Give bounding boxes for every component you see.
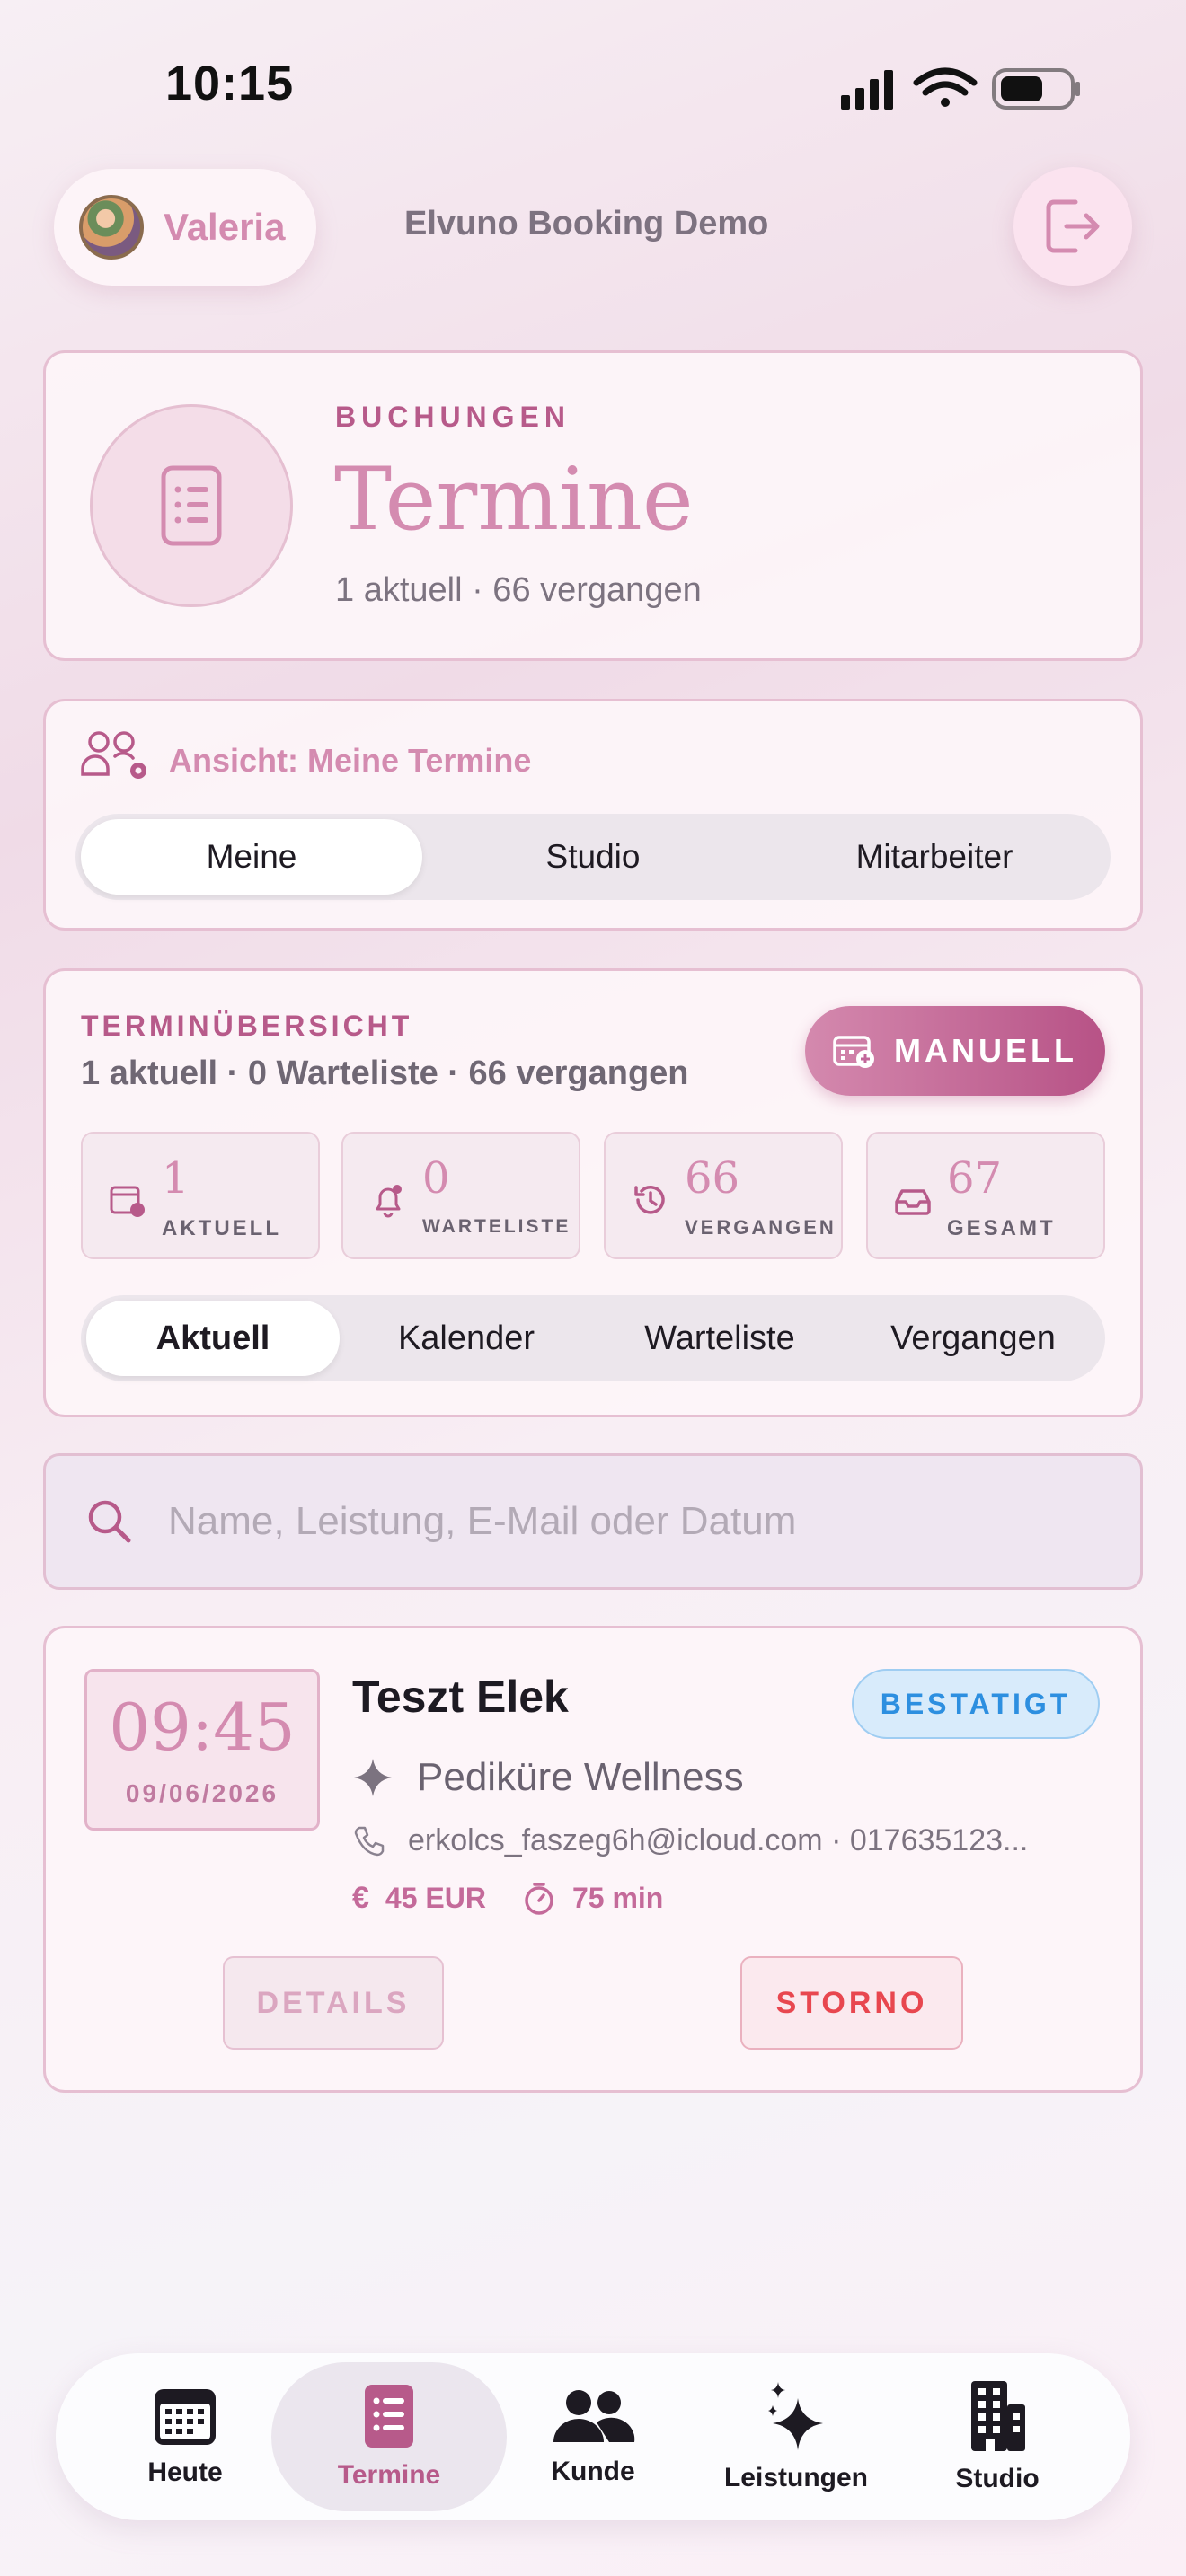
tab-studio[interactable]: Studio [934,2362,1060,2511]
view-label: Ansicht: Meine Termine [169,742,532,779]
tab-warteliste[interactable]: Warteliste [593,1301,846,1376]
stat-value: 0 [422,1153,450,1204]
appointment-date: 09/06/2026 [125,1779,279,1807]
stat-label: AKTUELL [162,1216,281,1240]
tab-kalender[interactable]: Kalender [340,1301,593,1376]
history-icon [634,1186,665,1214]
contact-info: erkolcs_faszeg6h@icloud.com · 017635123.… [408,1823,1029,1857]
tab-label: Heute [147,2457,223,2487]
appointment-time: 09:45 [109,1689,296,1765]
app-title: Elvuno Booking Demo [404,205,769,243]
euro-icon: € [352,1881,369,1915]
cancel-button[interactable]: STORNO [740,1956,963,2050]
sparkles-icon [768,2382,823,2450]
logout-button[interactable] [1013,167,1132,286]
search-input[interactable] [168,1499,1067,1544]
hero-subtitle: 1 aktuell · 66 vergangen [335,571,702,609]
tab-label: Studio [955,2464,1040,2493]
avatar [79,195,144,260]
timer-icon [525,1882,553,1915]
signal-icon [841,70,893,110]
hero-overline: BUCHUNGEN [335,401,571,433]
manual-booking-label: MANUELL [894,1032,1077,1069]
calendar-clock-icon [110,1186,145,1217]
status-icons [841,67,1080,110]
customer-name: Teszt Elek [352,1672,569,1722]
tab-termine[interactable]: Termine [271,2362,507,2511]
inbox-icon [895,1189,931,1215]
tab-leistungen[interactable]: Leistungen [706,2362,886,2511]
phone-icon [354,1826,385,1856]
view-segmented-control: Meine Studio Mitarbeiter [75,814,1111,900]
tab-label: Leistungen [723,2463,868,2492]
stat-label: GESAMT [947,1216,1056,1240]
battery-icon [992,68,1080,110]
users-settings-icon [81,731,146,779]
tab-kunde[interactable]: Kunde [521,2362,665,2511]
booking-tabs: Aktuell Kalender Warteliste Vergangen [81,1295,1105,1381]
calendar-add-icon [833,1036,874,1068]
tab-heute[interactable]: Heute [115,2362,255,2511]
list-icon [365,2385,413,2448]
logout-icon [1046,199,1100,253]
details-button[interactable]: DETAILS [223,1956,444,2050]
stat-aktuell[interactable]: 1 AKTUELL [81,1132,320,1259]
stat-vergangen[interactable]: 66 VERGANGEN [604,1132,843,1259]
tab-vergangen[interactable]: Vergangen [846,1301,1100,1376]
hero-icon-circle [90,404,293,607]
manual-booking-button[interactable]: MANUELL [805,1006,1105,1096]
stat-label: VERGANGEN [685,1216,836,1239]
tab-label: Kunde [551,2457,635,2486]
search-icon [88,1500,131,1543]
tab-aktuell[interactable]: Aktuell [86,1301,340,1376]
clipboard-list-icon [161,465,222,546]
contact-row: erkolcs_faszeg6h@icloud.com · 017635123.… [352,1823,1145,1858]
service-row: Pediküre Wellness [352,1755,744,1800]
user-name: Valeria [164,206,286,248]
calendar-icon [155,2389,216,2445]
stat-value: 67 [947,1153,1003,1204]
appointment-time-box: 09:45 09/06/2026 [84,1669,320,1831]
people-icon [553,2390,635,2442]
stat-label: WARTELISTE [422,1216,571,1237]
view-option-meine[interactable]: Meine [81,819,422,895]
page-title: Termine [334,449,694,550]
sparkle-icon [354,1759,392,1796]
status-badge: BESTATIGT [852,1669,1100,1739]
building-icon [971,2381,1025,2451]
meta-row: € 45 EUR 75 min [352,1881,663,1916]
stat-warteliste[interactable]: 0 WARTELISTE [341,1132,580,1259]
status-time: 10:15 [165,57,295,110]
overview-overline: TERMINÜBERSICHT [81,1010,413,1042]
price: 45 EUR [385,1882,486,1914]
stat-gesamt[interactable]: 67 GESAMT [866,1132,1105,1259]
stat-value: 66 [685,1153,740,1204]
view-option-studio[interactable]: Studio [422,819,764,895]
stat-value: 1 [162,1153,190,1204]
tab-label: Termine [337,2460,441,2490]
overview-subtitle: 1 aktuell · 0 Warteliste · 66 vergangen [81,1054,689,1092]
user-profile-button[interactable]: Valeria [54,169,316,286]
view-option-mitarbeiter[interactable]: Mitarbeiter [764,819,1105,895]
search-bar[interactable] [43,1453,1143,1590]
service-name: Pediküre Wellness [417,1755,744,1799]
bell-icon [376,1185,402,1218]
duration: 75 min [571,1882,664,1914]
wifi-icon [913,67,978,107]
